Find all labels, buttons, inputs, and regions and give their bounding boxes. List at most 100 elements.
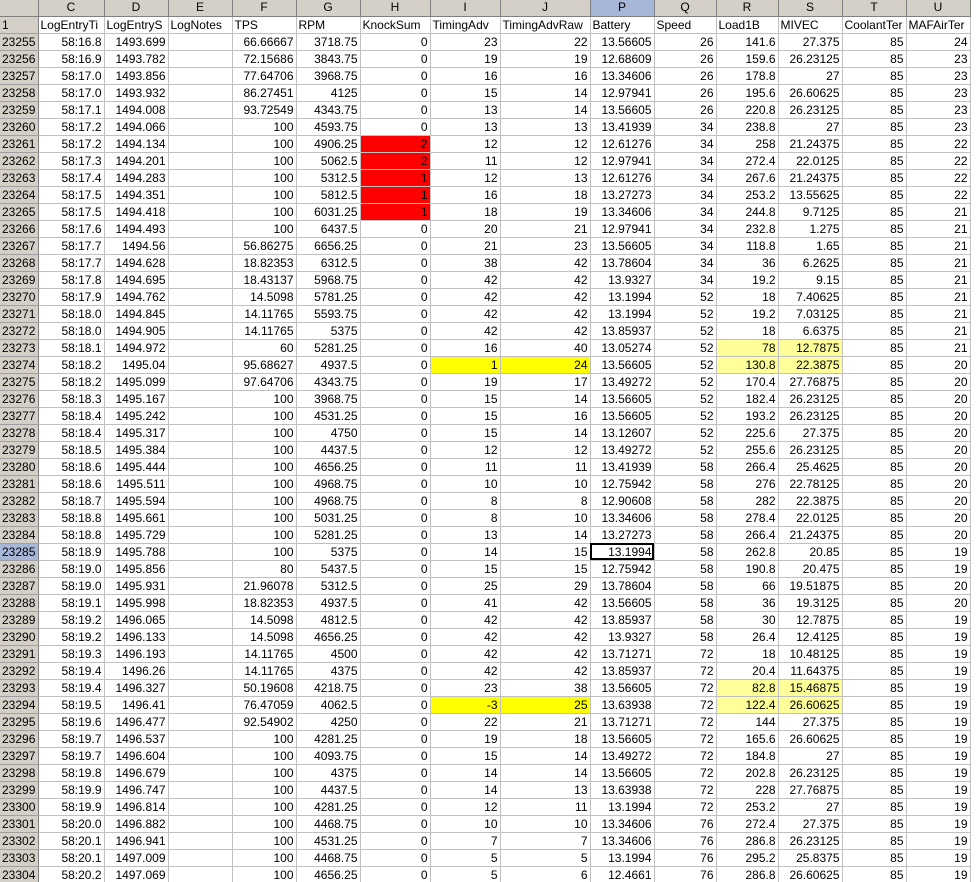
- data-cell[interactable]: 21: [906, 271, 971, 289]
- data-cell[interactable]: 258: [716, 135, 779, 153]
- data-cell[interactable]: 4343.75: [296, 373, 361, 391]
- data-cell[interactable]: 14.11765: [232, 662, 297, 680]
- data-cell[interactable]: 22: [906, 135, 971, 153]
- data-cell[interactable]: 19: [906, 696, 971, 714]
- row-header[interactable]: 23304: [0, 866, 39, 882]
- data-cell[interactable]: 38: [500, 679, 591, 697]
- data-cell[interactable]: 1493.699: [104, 33, 169, 51]
- data-cell[interactable]: 13.1994: [590, 849, 655, 867]
- data-cell[interactable]: 58:16.9: [38, 50, 105, 68]
- row-header[interactable]: 1: [0, 16, 39, 34]
- data-cell[interactable]: 7: [430, 832, 501, 850]
- data-cell[interactable]: 100: [232, 764, 297, 782]
- data-cell[interactable]: 58: [654, 594, 717, 612]
- row-header[interactable]: 23298: [0, 764, 39, 782]
- row-header[interactable]: 23270: [0, 288, 39, 306]
- data-cell[interactable]: 21.24375: [778, 526, 843, 544]
- data-cell[interactable]: 100: [232, 509, 297, 527]
- data-cell[interactable]: 19: [500, 203, 591, 221]
- data-cell[interactable]: 58:17.0: [38, 84, 105, 102]
- data-cell[interactable]: 58:18.6: [38, 458, 105, 476]
- data-cell[interactable]: 16: [430, 339, 501, 357]
- data-cell[interactable]: [168, 50, 233, 68]
- data-cell[interactable]: 14.5098: [232, 628, 297, 646]
- data-cell[interactable]: 26.60625: [778, 730, 843, 748]
- data-cell[interactable]: 58:17.1: [38, 101, 105, 119]
- data-cell[interactable]: 4968.75: [296, 492, 361, 510]
- data-cell[interactable]: 20: [906, 475, 971, 493]
- data-cell[interactable]: 22.0125: [778, 152, 843, 170]
- data-cell[interactable]: 13.27273: [590, 526, 655, 544]
- data-cell[interactable]: 12.68609: [590, 50, 655, 68]
- data-cell[interactable]: 7.03125: [778, 305, 843, 323]
- data-cell[interactable]: 4750: [296, 424, 361, 442]
- data-cell[interactable]: 0: [360, 458, 431, 476]
- data-cell[interactable]: 13.1994: [590, 288, 655, 306]
- data-cell[interactable]: 36: [716, 254, 779, 272]
- data-cell[interactable]: 18: [430, 203, 501, 221]
- data-cell[interactable]: 26.60625: [778, 696, 843, 714]
- data-cell[interactable]: 4468.75: [296, 815, 361, 833]
- data-cell[interactable]: 58:16.8: [38, 33, 105, 51]
- data-cell[interactable]: 14: [430, 781, 501, 799]
- data-cell[interactable]: 58: [654, 526, 717, 544]
- row-header[interactable]: 23266: [0, 220, 39, 238]
- row-header[interactable]: 23303: [0, 849, 39, 867]
- data-cell[interactable]: 85: [842, 84, 907, 102]
- data-cell[interactable]: 1495.099: [104, 373, 169, 391]
- data-cell[interactable]: [168, 764, 233, 782]
- row-header[interactable]: 23275: [0, 373, 39, 391]
- data-cell[interactable]: 1496.193: [104, 645, 169, 663]
- data-cell[interactable]: 14.11765: [232, 322, 297, 340]
- field-name-cell[interactable]: MIVEC: [778, 16, 843, 34]
- data-cell[interactable]: 1.275: [778, 220, 843, 238]
- data-cell[interactable]: 12.4661: [590, 866, 655, 882]
- data-cell[interactable]: 1496.133: [104, 628, 169, 646]
- data-cell[interactable]: 0: [360, 67, 431, 85]
- row-header[interactable]: 23255: [0, 33, 39, 51]
- data-cell[interactable]: 85: [842, 526, 907, 544]
- data-cell[interactable]: 50.19608: [232, 679, 297, 697]
- data-cell[interactable]: [168, 526, 233, 544]
- data-cell[interactable]: 5312.5: [296, 169, 361, 187]
- data-cell[interactable]: 253.2: [716, 798, 779, 816]
- data-cell[interactable]: 14: [500, 390, 591, 408]
- data-cell[interactable]: 18: [500, 186, 591, 204]
- data-cell[interactable]: 26.4: [716, 628, 779, 646]
- data-cell[interactable]: 100: [232, 815, 297, 833]
- row-header[interactable]: 23301: [0, 815, 39, 833]
- data-cell[interactable]: 13.49272: [590, 441, 655, 459]
- data-cell[interactable]: 22.78125: [778, 475, 843, 493]
- data-cell[interactable]: 20: [906, 458, 971, 476]
- data-cell[interactable]: 3843.75: [296, 50, 361, 68]
- data-cell[interactable]: 1494.008: [104, 101, 169, 119]
- data-cell[interactable]: 0: [360, 84, 431, 102]
- data-cell[interactable]: 26.23125: [778, 832, 843, 850]
- data-cell[interactable]: 12.90608: [590, 492, 655, 510]
- data-cell[interactable]: 0: [360, 628, 431, 646]
- data-cell[interactable]: [168, 832, 233, 850]
- data-cell[interactable]: 1495.931: [104, 577, 169, 595]
- data-cell[interactable]: 184.8: [716, 747, 779, 765]
- data-cell[interactable]: 144: [716, 713, 779, 731]
- data-cell[interactable]: 12: [430, 798, 501, 816]
- data-cell[interactable]: 72: [654, 679, 717, 697]
- data-cell[interactable]: 0: [360, 33, 431, 51]
- data-cell[interactable]: 58:17.4: [38, 169, 105, 187]
- data-cell[interactable]: 100: [232, 492, 297, 510]
- data-cell[interactable]: 4437.5: [296, 441, 361, 459]
- data-cell[interactable]: 58:18.2: [38, 356, 105, 374]
- data-cell[interactable]: 27.375: [778, 815, 843, 833]
- data-cell[interactable]: 1495.444: [104, 458, 169, 476]
- data-cell[interactable]: 19: [906, 730, 971, 748]
- data-cell[interactable]: 8: [430, 509, 501, 527]
- data-cell[interactable]: 6656.25: [296, 237, 361, 255]
- column-header-d[interactable]: D: [104, 0, 169, 17]
- data-cell[interactable]: 26: [654, 33, 717, 51]
- data-cell[interactable]: [168, 696, 233, 714]
- data-cell[interactable]: 85: [842, 407, 907, 425]
- data-cell[interactable]: 12.61276: [590, 169, 655, 187]
- data-cell[interactable]: 3968.75: [296, 390, 361, 408]
- data-cell[interactable]: 0: [360, 764, 431, 782]
- data-cell[interactable]: 178.8: [716, 67, 779, 85]
